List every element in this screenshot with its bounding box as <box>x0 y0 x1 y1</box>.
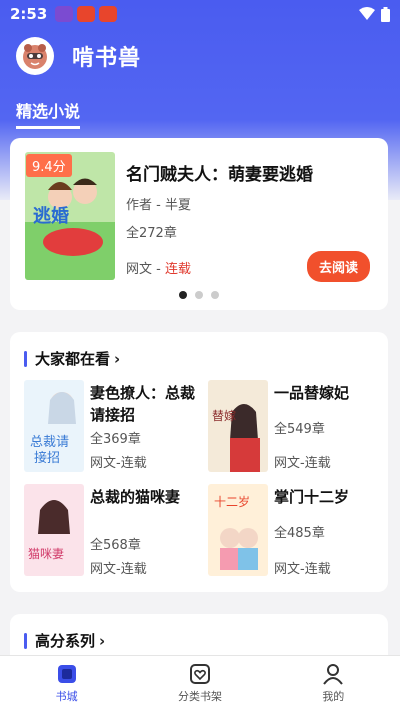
featured-book-author: 作者 - 半夏 <box>126 198 191 213</box>
book-item[interactable]: 替嫁 一品替嫁妃 全549章 网文-连载 <box>208 380 383 476</box>
read-button[interactable]: 去阅读 <box>306 251 370 282</box>
profile-icon <box>323 663 344 685</box>
section-title: 高分系列 <box>35 632 96 650</box>
section-accent-bar <box>24 350 27 367</box>
book-chapters: 全549章 <box>274 422 325 437</box>
svg-text:猫咪妻: 猫咪妻 <box>28 547 64 561</box>
status-bar: 2:53 <box>0 0 400 28</box>
carousel-dot-2[interactable] <box>195 291 203 299</box>
bottom-nav: 书城 分类书架 我的 <box>0 655 400 710</box>
app-icon-3 <box>99 6 118 22</box>
battery-icon <box>381 6 390 22</box>
book-category: 网文-连载 <box>274 456 331 471</box>
score-badge: 9.4分 <box>26 154 72 177</box>
book-title: 一品替嫁妃 <box>274 384 350 402</box>
svg-text:接招: 接招 <box>34 450 60 466</box>
book-cover: 十二岁 <box>208 484 268 576</box>
book-category: 网文-连载 <box>90 456 147 471</box>
mascot-icon <box>23 44 47 69</box>
section-everyone-reading: 大家都在看 › 总裁请 接招 妻色撩人：总裁请接招 全369章 网文-连载 替嫁 <box>10 332 388 592</box>
category-prefix: 网文 - <box>126 262 165 277</box>
book-cover: 总裁请 接招 <box>24 380 84 472</box>
book-title: 妻色撩人：总裁请接招 <box>90 384 196 424</box>
nav-category-shelf[interactable]: 分类书架 <box>133 656 266 710</box>
book-chapters: 全568章 <box>90 538 141 553</box>
book-category: 网文-连载 <box>274 562 331 577</box>
carousel-dot-3[interactable] <box>211 291 219 299</box>
app-title: 啃书兽 <box>72 46 142 71</box>
nav-bookstore[interactable]: 书城 <box>0 656 133 710</box>
book-cover: 猫咪妻 <box>24 484 84 576</box>
wifi-icon <box>359 7 375 20</box>
status-time: 2:53 <box>10 5 48 23</box>
app-icon-2 <box>77 6 96 22</box>
bookstore-icon <box>57 664 76 683</box>
app-icon-1 <box>55 6 74 22</box>
nav-label: 书城 <box>55 689 78 703</box>
nav-label: 分类书架 <box>177 689 222 703</box>
svg-text:总裁请: 总裁请 <box>30 434 69 450</box>
section-title: 大家都在看 <box>35 350 111 368</box>
book-category: 网文-连载 <box>90 562 147 577</box>
featured-book-chapters: 全272章 <box>126 226 177 241</box>
shelf-icon <box>189 663 210 684</box>
svg-text:逃婚: 逃婚 <box>33 205 69 227</box>
chevron-right-icon: › <box>114 349 121 368</box>
section-accent-bar <box>24 632 27 649</box>
tab-bar: 精选小说 <box>16 98 81 129</box>
book-cover: 替嫁 <box>208 380 268 472</box>
nav-profile[interactable]: 我的 <box>267 656 400 710</box>
featured-card[interactable]: 逃婚 9.4分 名门贼夫人：萌妻要逃婚 作者 - 半夏 全272章 网文 - 连… <box>10 138 388 310</box>
carousel-indicator <box>10 291 388 299</box>
book-item[interactable]: 十二岁 掌门十二岁 全485章 网文-连载 <box>208 484 383 580</box>
app-bar: 啃书兽 <box>0 28 400 84</box>
featured-book-category: 网文 - 连载 <box>126 258 191 277</box>
svg-text:替嫁: 替嫁 <box>212 408 236 423</box>
carousel-dot-1[interactable] <box>179 291 187 299</box>
book-chapters: 全485章 <box>274 526 325 541</box>
tab-featured-novels[interactable]: 精选小说 <box>16 98 81 129</box>
svg-text:十二岁: 十二岁 <box>214 494 250 509</box>
serial-status: 连载 <box>164 262 191 277</box>
book-chapters: 全369章 <box>90 432 141 447</box>
chevron-right-icon: › <box>99 631 106 650</box>
app-logo[interactable] <box>16 37 54 75</box>
book-item[interactable]: 总裁请 接招 妻色撩人：总裁请接招 全369章 网文-连载 <box>24 380 199 476</box>
book-title: 掌门十二岁 <box>274 488 350 506</box>
section-header[interactable]: 大家都在看 › <box>24 348 120 369</box>
book-title: 总裁的猫咪妻 <box>90 488 181 506</box>
nav-label: 我的 <box>322 689 345 703</box>
book-item[interactable]: 猫咪妻 总裁的猫咪妻 全568章 网文-连载 <box>24 484 199 580</box>
featured-book-title[interactable]: 名门贼夫人：萌妻要逃婚 <box>126 160 313 185</box>
section-header[interactable]: 高分系列 › <box>24 630 105 651</box>
